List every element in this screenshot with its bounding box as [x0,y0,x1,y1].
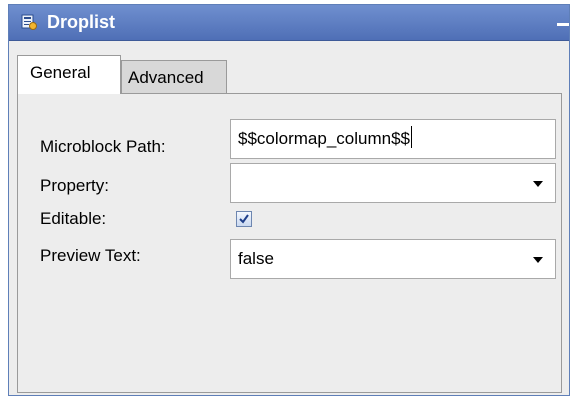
panel-titlebar: Droplist [9,5,569,41]
text-caret [411,126,412,148]
preview-text-dropdown[interactable]: false [230,239,556,279]
chevron-down-icon[interactable] [533,181,543,187]
chevron-down-icon[interactable] [533,257,543,263]
microblock-path-label: Microblock Path: [40,137,166,156]
editable-checkbox[interactable] [236,211,252,227]
microblock-path-value: $$colormap_column$$ [238,129,410,148]
property-label: Property: [40,176,109,195]
panel-title: Droplist [47,12,116,32]
tab-advanced[interactable]: Advanced [121,60,227,93]
property-dropdown[interactable] [230,163,556,203]
tab-general[interactable]: General [17,55,121,94]
minimize-icon[interactable] [555,19,569,29]
form-properties-icon [21,14,37,30]
droplist-panel: Droplist General Advanced Microblock Pat… [8,4,570,396]
microblock-path-input[interactable]: $$colormap_column$$ [230,119,556,159]
editable-label: Editable: [40,209,107,228]
preview-text-label: Preview Text: [40,246,141,265]
checkmark-icon [239,214,249,224]
preview-text-value: false [238,249,274,268]
general-tab-content: Microblock Path: $$colormap_column$$ Pro… [17,93,562,393]
